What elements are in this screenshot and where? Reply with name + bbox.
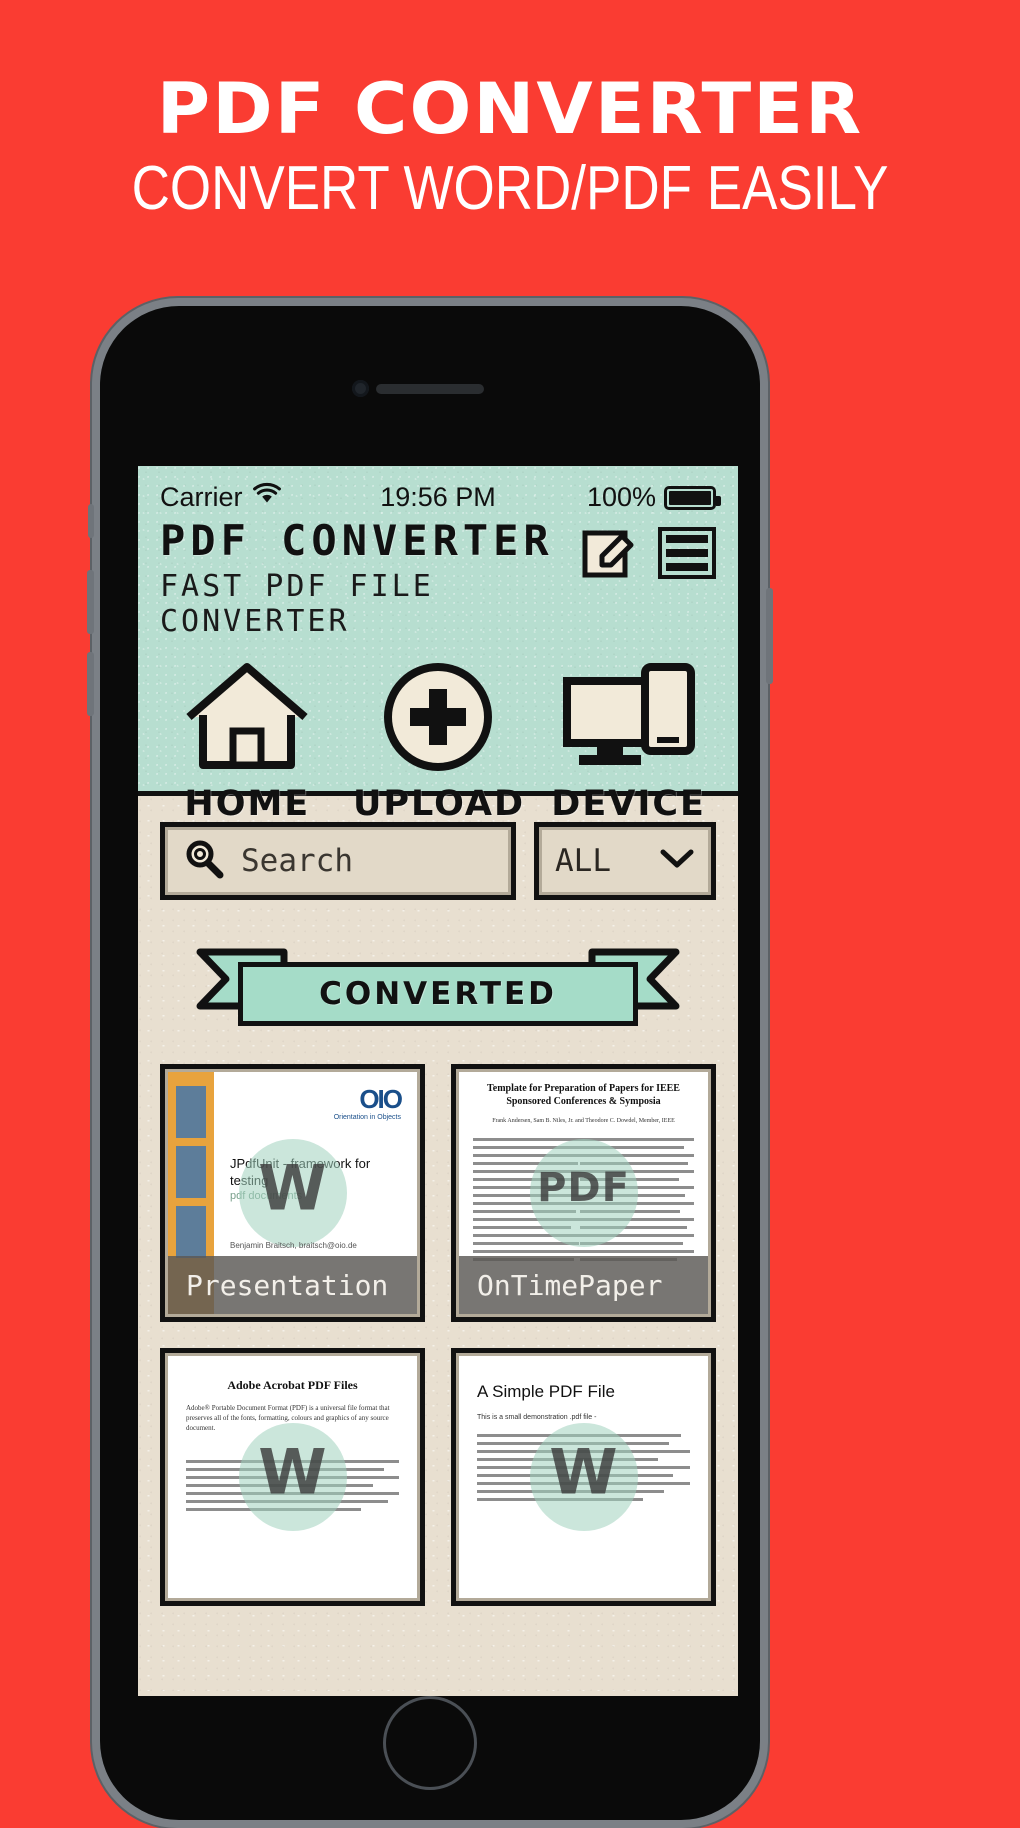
doc-heading: A Simple PDF File [477, 1382, 615, 1401]
app-header: Carrier 19:56 PM 100% PDF CONVERTER FAST… [138, 466, 738, 824]
document-grid: OIO Orientation in Objects JPdfUnit - fr… [160, 1064, 716, 1606]
doc-heading: Adobe Acrobat PDF Files [227, 1378, 358, 1392]
edit-icon[interactable] [582, 525, 636, 586]
app-screen: Carrier 19:56 PM 100% PDF CONVERTER FAST… [138, 466, 738, 1696]
search-placeholder: Search [241, 843, 353, 879]
brand-row: PDF CONVERTER FAST PDF FILE CONVERTER [138, 513, 738, 639]
document-card[interactable]: Template for Preparation of Papers for I… [451, 1064, 716, 1322]
doc-subheading: This is a small demonstration .pdf file … [477, 1414, 597, 1421]
carrier-label: Carrier [160, 482, 243, 512]
nav-label-device: DEVICE [551, 784, 706, 825]
menu-icon[interactable] [658, 527, 716, 584]
ribbon-label: CONVERTED [319, 976, 557, 1012]
promo-subtitle: CONVERT WORD/PDF EASILY [131, 153, 889, 224]
search-row: Search ALL [160, 822, 716, 900]
app-subtitle: FAST PDF FILE CONVERTER [160, 569, 434, 640]
app-body: Search ALL CONVERTED OIO Orientation in … [138, 796, 738, 1691]
search-icon [183, 838, 225, 885]
device-icon [559, 663, 699, 779]
doc-heading: Template for Preparation of Papers for I… [487, 1083, 680, 1107]
document-card[interactable]: Adobe Acrobat PDF Files Adobe® Portable … [160, 1348, 425, 1606]
document-card[interactable]: A Simple PDF File This is a small demons… [451, 1348, 716, 1606]
battery-full-icon [664, 485, 722, 510]
document-caption: Presentation [168, 1256, 417, 1314]
power-button[interactable] [766, 588, 773, 684]
search-input[interactable]: Search [160, 822, 516, 900]
wifi-icon [252, 482, 282, 513]
status-time: 19:56 PM [380, 482, 496, 512]
ribbon-banner: CONVERTED [238, 962, 638, 1026]
nav-row: HOME UPLOAD DEVICE [138, 639, 738, 824]
status-bar: Carrier 19:56 PM 100% [138, 466, 738, 513]
filter-selected-label: ALL [555, 843, 611, 879]
phone-bezel: Carrier 19:56 PM 100% PDF CONVERTER FAST… [100, 306, 760, 1820]
document-thumbnail: A Simple PDF File This is a small demons… [459, 1356, 708, 1598]
filter-dropdown[interactable]: ALL [534, 822, 716, 900]
phone-mockup: Carrier 19:56 PM 100% PDF CONVERTER FAST… [87, 298, 773, 1828]
upload-plus-icon [377, 663, 499, 779]
front-camera-icon [352, 380, 369, 397]
earpiece-speaker [376, 384, 484, 394]
chevron-down-icon [659, 847, 695, 876]
doc-subheading: Frank Andersen, Sam B. Niles, Jr. and Th… [492, 1118, 675, 1124]
watermark: W [258, 1435, 327, 1509]
home-button[interactable] [383, 1696, 477, 1790]
watermark: W [549, 1435, 618, 1509]
nav-item-home[interactable]: HOME [162, 659, 332, 824]
nav-item-upload[interactable]: UPLOAD [353, 659, 523, 824]
mute-switch[interactable] [88, 504, 94, 538]
nav-label-upload: UPLOAD [352, 784, 526, 825]
promo-title: PDF CONVERTER [156, 68, 864, 150]
nav-item-device[interactable]: DEVICE [544, 659, 714, 824]
document-card[interactable]: OIO Orientation in Objects JPdfUnit - fr… [160, 1064, 425, 1322]
document-thumbnail: Adobe Acrobat PDF Files Adobe® Portable … [168, 1356, 417, 1598]
section-ribbon: CONVERTED [160, 948, 716, 1040]
nav-label-home: HOME [184, 784, 311, 825]
volume-up-button[interactable] [87, 570, 94, 634]
app-title: PDF CONVERTER [160, 516, 554, 565]
watermark: PDF [537, 1165, 630, 1212]
doc-footer: Benjamin Braitsch, braitsch@oio.de [230, 1241, 357, 1250]
watermark: W [258, 1151, 327, 1225]
battery-percent-label: 100% [586, 482, 657, 512]
home-icon [179, 663, 315, 779]
document-caption: OnTimePaper [459, 1256, 708, 1314]
volume-down-button[interactable] [87, 652, 94, 716]
promo-header: PDF CONVERTER CONVERT WORD/PDF EASILY [0, 0, 1020, 220]
